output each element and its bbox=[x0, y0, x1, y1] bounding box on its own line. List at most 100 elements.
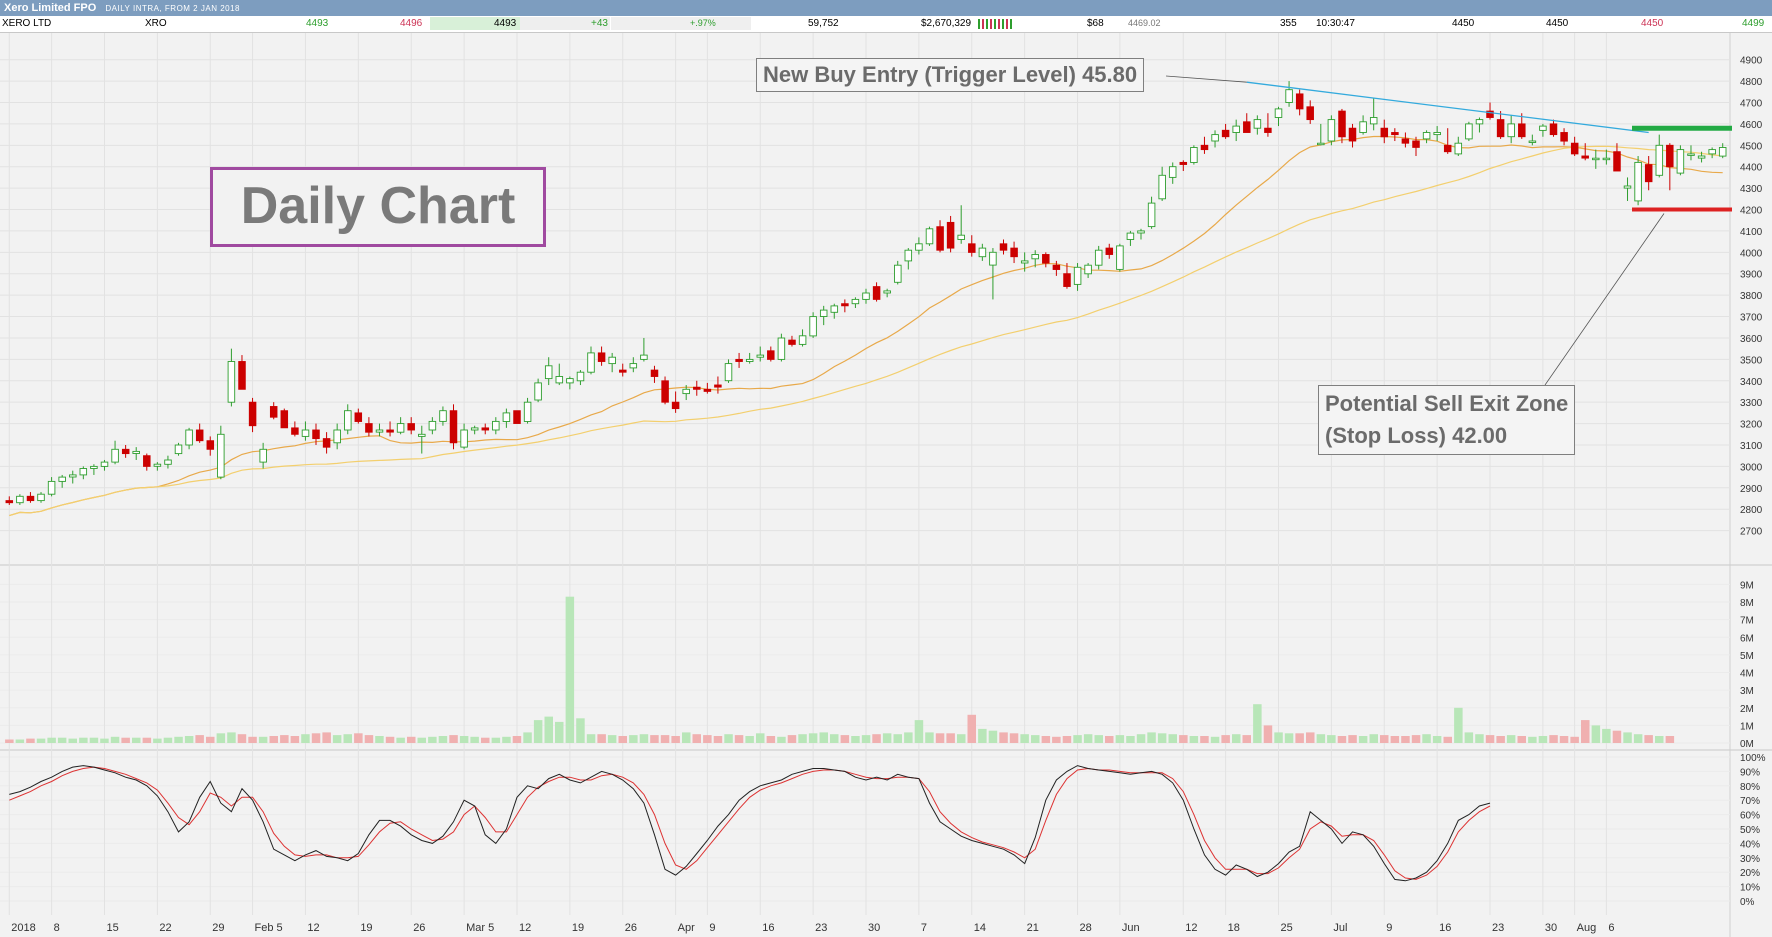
volume-tick-label: 4M bbox=[1740, 669, 1754, 680]
quote-row[interactable]: XERO LTD XRO 4493 4496 4493 +43 +.97% 59… bbox=[0, 16, 1772, 33]
volume-bar bbox=[925, 732, 934, 743]
volume-bar bbox=[481, 737, 490, 743]
volume-bar bbox=[1253, 704, 1262, 743]
quote-price: 4499 bbox=[1742, 18, 1765, 29]
candle-body bbox=[798, 335, 807, 345]
candle-body bbox=[502, 412, 511, 422]
candle-body bbox=[1602, 157, 1611, 161]
volume-bar bbox=[269, 736, 278, 743]
candle-body bbox=[523, 401, 532, 422]
candle-body bbox=[1518, 123, 1526, 138]
volume-bar bbox=[787, 735, 797, 743]
candle-body bbox=[1020, 260, 1029, 264]
candle-body bbox=[1094, 249, 1103, 266]
candle-body bbox=[1433, 132, 1441, 136]
volume-bar bbox=[1538, 736, 1548, 743]
time-tick-label: 29 bbox=[212, 922, 224, 934]
candle-body bbox=[1327, 119, 1336, 142]
volume-bar bbox=[227, 732, 236, 743]
candle-body bbox=[1570, 142, 1579, 155]
volume-bar bbox=[1179, 735, 1188, 743]
volume-bar bbox=[1496, 736, 1505, 743]
time-tick-label: 12 bbox=[307, 922, 319, 934]
candle-body bbox=[957, 234, 965, 240]
candle-body bbox=[1179, 161, 1188, 165]
time-tick-label: Jul bbox=[1333, 922, 1347, 934]
volume-bar bbox=[1284, 733, 1294, 743]
candle-body bbox=[1613, 151, 1621, 172]
volume-bar bbox=[1581, 720, 1590, 743]
volume-bar bbox=[354, 733, 363, 743]
candle-body bbox=[301, 429, 310, 437]
candle-body bbox=[1105, 247, 1114, 255]
volume-bar bbox=[576, 718, 585, 743]
volume-bar bbox=[343, 734, 352, 743]
candle-body bbox=[566, 378, 574, 384]
candle-body bbox=[365, 423, 373, 433]
price-tick-label: 3300 bbox=[1740, 398, 1763, 409]
candle-body bbox=[386, 429, 394, 433]
candle-body bbox=[1697, 155, 1706, 159]
volume-bar bbox=[660, 735, 670, 743]
candle-body bbox=[470, 427, 479, 431]
candle-body bbox=[1243, 121, 1251, 133]
time-tick-label: 7 bbox=[921, 922, 927, 934]
candle-body bbox=[619, 369, 627, 373]
candle-body bbox=[1317, 142, 1325, 146]
time-tick-label: 19 bbox=[360, 922, 372, 934]
time-tick-label: 16 bbox=[762, 922, 774, 934]
candle-body bbox=[597, 352, 606, 362]
volume-bar bbox=[692, 734, 701, 743]
volume-bar bbox=[904, 732, 913, 743]
volume-bar bbox=[671, 736, 680, 743]
volume-bar bbox=[142, 737, 152, 743]
volume-bar bbox=[79, 737, 88, 743]
volume-bar bbox=[1105, 736, 1114, 743]
volume-bar bbox=[703, 735, 712, 743]
time-tick-label: 30 bbox=[868, 922, 880, 934]
candle-body bbox=[16, 495, 24, 504]
candle-body bbox=[143, 455, 151, 467]
volume-bar bbox=[1369, 734, 1378, 743]
volume-bar bbox=[396, 737, 405, 743]
candle-body bbox=[650, 369, 659, 377]
candle-body bbox=[428, 420, 437, 431]
window-title: Xero Limited FPO bbox=[4, 2, 97, 14]
volume-bar bbox=[459, 736, 469, 743]
candle-body bbox=[164, 459, 172, 465]
candle-body bbox=[1634, 161, 1642, 202]
stoch-tick-label: 0% bbox=[1740, 897, 1755, 908]
volume-bar bbox=[449, 735, 458, 743]
candle-body bbox=[883, 290, 891, 294]
candle-body bbox=[492, 420, 500, 431]
volume-tick-label: 3M bbox=[1740, 686, 1754, 697]
time-tick-label: 30 bbox=[1545, 922, 1557, 934]
candle-body bbox=[449, 410, 458, 444]
candle-body bbox=[90, 465, 98, 469]
volume-bar bbox=[1062, 736, 1072, 743]
volume-bar bbox=[57, 737, 67, 743]
candle-body bbox=[100, 461, 109, 467]
candle-body bbox=[1549, 123, 1558, 136]
candle-body bbox=[1359, 121, 1367, 133]
volume-bar bbox=[872, 734, 881, 743]
candle-body bbox=[809, 316, 817, 337]
stoch-tick-label: 50% bbox=[1740, 825, 1760, 836]
candle-body bbox=[1465, 123, 1473, 140]
candle-body bbox=[1338, 110, 1346, 138]
candle-body bbox=[682, 388, 690, 395]
volume-bar bbox=[1591, 725, 1601, 743]
candle-body bbox=[1539, 125, 1547, 131]
volume-bar bbox=[248, 736, 257, 743]
volume-bar bbox=[174, 736, 183, 743]
candle-body bbox=[312, 429, 320, 440]
candle-body bbox=[851, 298, 860, 305]
volume-bar bbox=[364, 735, 374, 743]
volume-bar bbox=[1147, 732, 1156, 743]
volume-bar bbox=[1094, 735, 1103, 743]
volume-bar bbox=[650, 735, 659, 743]
volume-bar bbox=[830, 734, 839, 743]
time-tick-label: 26 bbox=[413, 922, 425, 934]
volume-tick-label: 8M bbox=[1740, 598, 1754, 609]
volume-bar bbox=[1295, 733, 1304, 743]
